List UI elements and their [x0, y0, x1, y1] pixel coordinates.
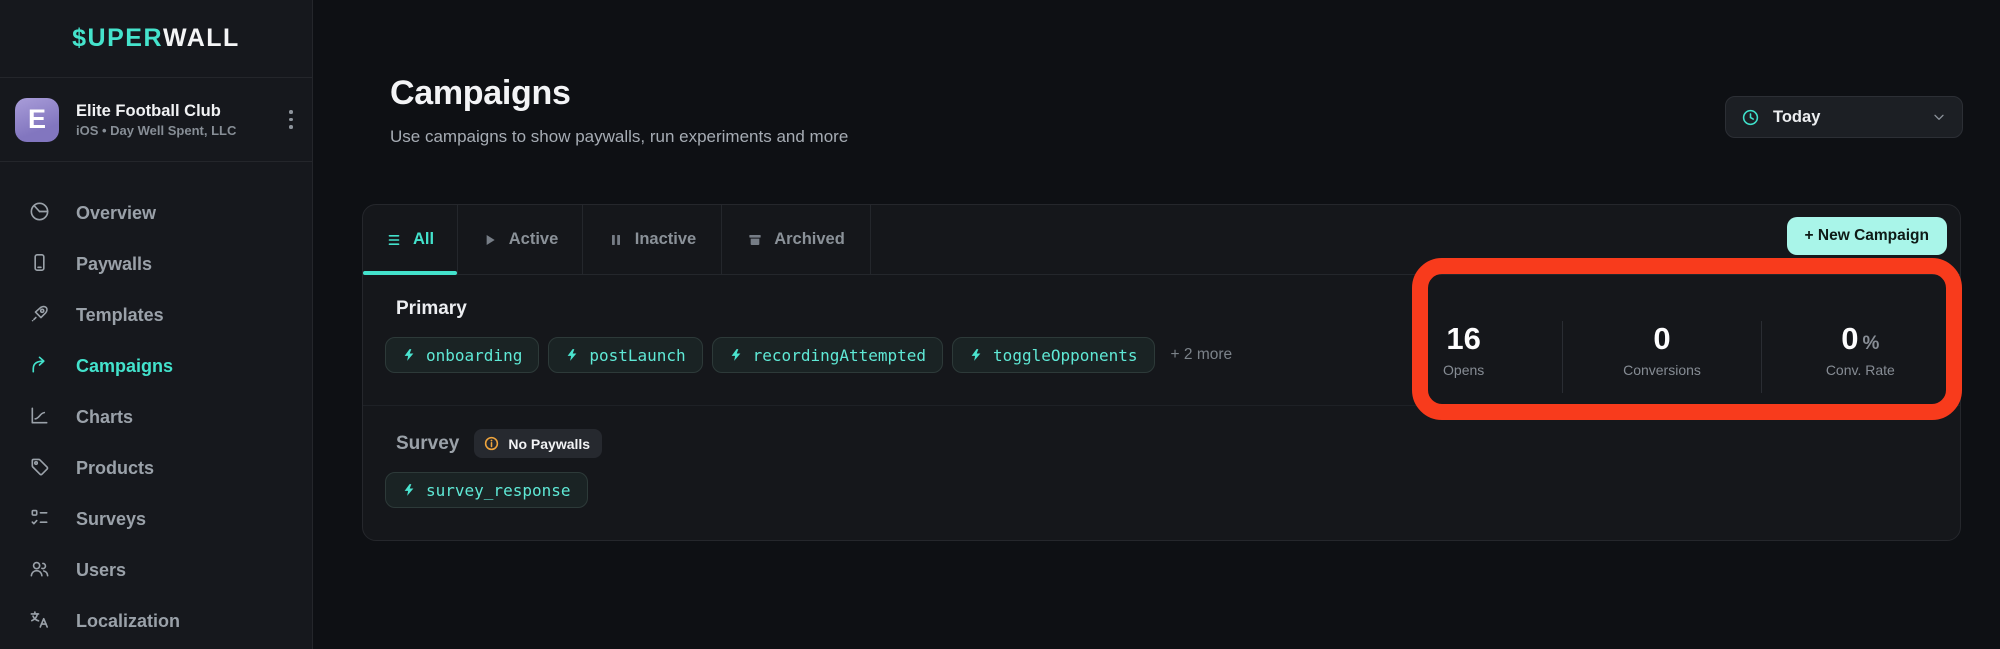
rocket-icon [28, 302, 51, 330]
sidebar-item-label: Localization [76, 611, 180, 632]
price-tag-icon [28, 455, 51, 483]
trigger-tag: recordingAttempted [712, 337, 943, 373]
superwall-logo: $UPERWALL [0, 0, 312, 78]
info-icon [483, 435, 500, 452]
workspace-menu-button[interactable] [280, 105, 302, 135]
sidebar-item-surveys[interactable]: Surveys [0, 494, 312, 545]
sidebar-item-label: Users [76, 560, 126, 581]
pie-chart-icon [28, 200, 51, 228]
chevron-down-icon [1931, 109, 1947, 125]
date-range-value: Today [1773, 108, 1918, 127]
sidebar-item-label: Campaigns [76, 356, 173, 377]
line-chart-icon [28, 404, 51, 432]
logo-text-secondary: WALL [163, 24, 240, 53]
checklist-icon [28, 506, 51, 534]
tab-label: Active [509, 230, 559, 249]
bolt-icon [969, 348, 983, 362]
stat-label: Conv. Rate [1762, 362, 1959, 378]
sidebar-item-paywalls[interactable]: Paywalls [0, 239, 312, 290]
sidebar-item-localization[interactable]: Localization [0, 596, 312, 647]
sidebar-item-label: Templates [76, 305, 164, 326]
trigger-tag: onboarding [385, 337, 539, 373]
workspace-switcher[interactable]: E Elite Football Club iOS • Day Well Spe… [0, 78, 312, 162]
campaign-arrow-icon [28, 353, 51, 381]
sidebar-item-charts[interactable]: Charts [0, 392, 312, 443]
bolt-icon [565, 348, 579, 362]
new-campaign-button[interactable]: + New Campaign [1787, 217, 1947, 255]
tab-inactive[interactable]: Inactive [583, 205, 722, 274]
kebab-icon [289, 110, 293, 114]
page-subtitle: Use campaigns to show paywalls, run expe… [390, 127, 848, 147]
translate-icon [28, 608, 51, 636]
tab-archived[interactable]: Archived [722, 205, 871, 274]
sidebar-item-campaigns[interactable]: Campaigns [0, 341, 312, 392]
clock-icon [1741, 108, 1760, 127]
trigger-tag: survey_response [385, 472, 588, 508]
stat-conversions: 0 Conversions [1562, 321, 1760, 393]
page-title: Campaigns [390, 74, 571, 113]
tab-label: Inactive [635, 230, 696, 249]
stat-value: 0% [1762, 323, 1959, 354]
no-paywalls-badge: No Paywalls [474, 429, 602, 458]
phone-icon [28, 251, 51, 279]
campaign-row-primary[interactable]: Primary onboarding postLaunch recordingA… [363, 275, 1960, 406]
users-icon [28, 557, 51, 585]
trigger-tags: survey_response [385, 472, 588, 508]
stat-value: 16 [1365, 323, 1562, 354]
stat-suffix: % [1862, 333, 1879, 354]
tab-label: All [413, 230, 434, 249]
bolt-icon [402, 483, 416, 497]
trigger-tag: postLaunch [548, 337, 702, 373]
pause-icon [608, 232, 624, 248]
workspace-name: Elite Football Club [76, 101, 236, 122]
sidebar-item-label: Surveys [76, 509, 146, 530]
sidebar-item-label: Paywalls [76, 254, 152, 275]
tab-active[interactable]: Active [458, 205, 583, 274]
campaigns-card: All Active Inactive Archived + New Campa… [362, 204, 1961, 541]
workspace-avatar: E [15, 98, 59, 142]
workspace-meta: iOS • Day Well Spent, LLC [76, 123, 236, 138]
campaign-name: Survey [396, 433, 459, 455]
list-icon [386, 232, 402, 248]
sidebar-item-overview[interactable]: Overview [0, 188, 312, 239]
sidebar-item-label: Charts [76, 407, 133, 428]
stat-label: Opens [1365, 362, 1562, 378]
sidebar-nav: Overview Paywalls Templates Campaigns Ch… [0, 162, 312, 647]
sidebar-item-label: Products [76, 458, 154, 479]
badge-label: No Paywalls [508, 436, 590, 452]
tab-all[interactable]: All [363, 205, 458, 274]
sidebar: $UPERWALL E Elite Football Club iOS • Da… [0, 0, 313, 649]
date-range-dropdown[interactable]: Today [1725, 96, 1963, 138]
campaign-row-survey[interactable]: Survey No Paywalls survey_response [363, 406, 1960, 540]
campaign-tabs: All Active Inactive Archived + New Campa… [363, 205, 1960, 275]
more-triggers-label: + 2 more [1171, 346, 1233, 364]
trigger-tags: onboarding postLaunch recordingAttempted… [385, 337, 1232, 373]
archive-icon [747, 232, 763, 248]
sidebar-item-label: Overview [76, 203, 156, 224]
bolt-icon [729, 348, 743, 362]
stat-opens: 16 Opens [1365, 321, 1562, 393]
sidebar-item-products[interactable]: Products [0, 443, 312, 494]
stat-label: Conversions [1563, 362, 1760, 378]
bolt-icon [402, 348, 416, 362]
tab-label: Archived [774, 230, 845, 249]
stat-conv-rate: 0% Conv. Rate [1761, 321, 1959, 393]
sidebar-item-templates[interactable]: Templates [0, 290, 312, 341]
campaign-name: Primary [396, 298, 467, 320]
trigger-tag: toggleOpponents [952, 337, 1155, 373]
sidebar-item-users[interactable]: Users [0, 545, 312, 596]
logo-text-primary: $UPER [72, 24, 163, 53]
stat-value: 0 [1563, 323, 1760, 354]
campaign-stats: 16 Opens 0 Conversions 0% Conv. Rate [1365, 321, 1959, 393]
play-icon [482, 232, 498, 248]
